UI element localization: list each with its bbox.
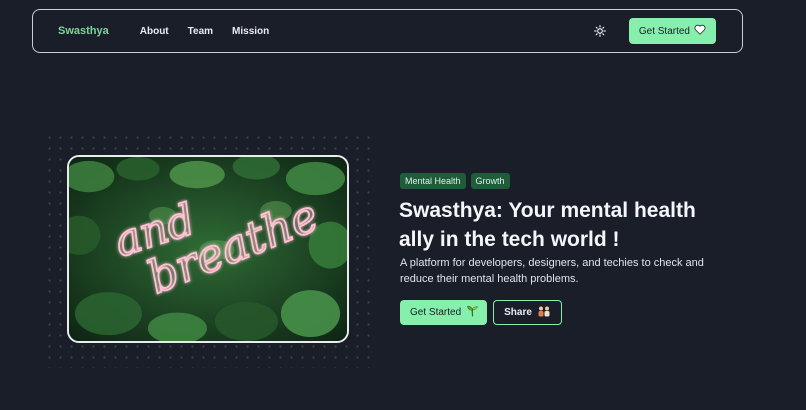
headline-line-1: Swasthya: Your mental health: [399, 199, 696, 222]
share-button[interactable]: Share: [493, 300, 562, 325]
tag-growth: Growth: [470, 173, 510, 189]
navbar: Swasthya About Team Mission Get Started: [32, 9, 743, 53]
tag-list: Mental Health Growth: [400, 173, 510, 189]
get-started-nav-button[interactable]: Get Started: [628, 18, 716, 44]
hero-actions: Get Started Share: [400, 300, 562, 325]
get-started-button[interactable]: Get Started: [400, 300, 488, 325]
headline-line-2: ally in the tech world !: [399, 228, 620, 251]
sun-icon[interactable]: [593, 24, 607, 38]
share-label: Share: [504, 307, 532, 318]
get-started-nav-label: Get Started: [638, 25, 690, 37]
sprout-icon: [466, 305, 479, 320]
people-hugging-icon: [537, 306, 551, 320]
brand-logo[interactable]: Swasthya: [58, 25, 109, 37]
hero-subtext: A platform for developers, designers, an…: [400, 257, 704, 285]
nav-link-team[interactable]: Team: [188, 26, 213, 37]
heart-icon: [694, 24, 706, 38]
hero-image: and breathe: [67, 155, 349, 343]
hero-headline: Swasthya: Your mental health ally in the…: [399, 196, 739, 254]
get-started-label: Get Started: [410, 307, 462, 318]
scrollbar[interactable]: [796, 0, 806, 410]
nav-link-mission[interactable]: Mission: [232, 26, 269, 37]
tag-mental-health: Mental Health: [400, 173, 466, 189]
nav-links: About Team Mission: [140, 26, 270, 37]
nav-link-about[interactable]: About: [140, 26, 169, 37]
